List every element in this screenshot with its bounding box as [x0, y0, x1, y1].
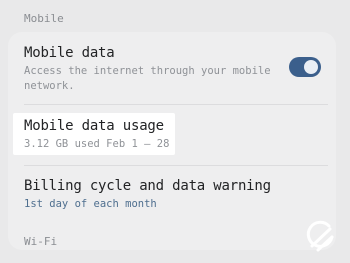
- mobile-data-toggle[interactable]: [289, 57, 321, 77]
- mobile-data-usage-subtitle: 3.12 GB used Feb 1 – 28: [24, 138, 170, 150]
- mobile-data-subtitle: Access the internet through your mobile …: [24, 65, 271, 92]
- mobile-data-setting[interactable]: Mobile data Access the internet through …: [24, 45, 274, 94]
- section-header-wifi: Wi-Fi: [24, 235, 58, 248]
- divider: [24, 165, 328, 166]
- billing-cycle-setting[interactable]: Billing cycle and data warning 1st day o…: [24, 178, 271, 212]
- logo-icon: [306, 220, 334, 252]
- billing-cycle-subtitle: 1st day of each month: [24, 198, 157, 210]
- mobile-data-title: Mobile data: [24, 45, 115, 61]
- section-header-mobile: Mobile: [24, 12, 64, 25]
- mobile-data-usage-setting[interactable]: Mobile data usage 3.12 GB used Feb 1 – 2…: [24, 118, 169, 152]
- billing-cycle-title: Billing cycle and data warning: [24, 178, 271, 194]
- mobile-data-usage-title: Mobile data usage: [24, 118, 164, 134]
- divider: [24, 104, 328, 105]
- toggle-knob: [304, 60, 318, 74]
